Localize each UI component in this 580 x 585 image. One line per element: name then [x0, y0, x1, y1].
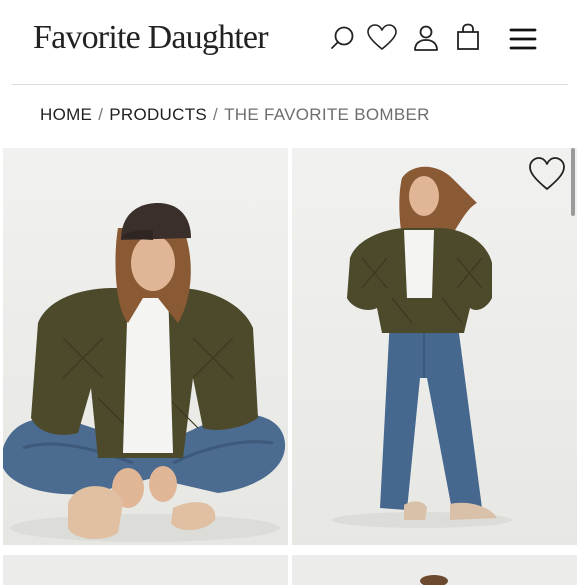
breadcrumb-separator: / [213, 105, 219, 124]
logo[interactable]: Favorite Daughter [33, 18, 269, 58]
model-standing-bomber-photo[interactable] [292, 148, 577, 545]
wishlist-heart-icon[interactable] [527, 155, 567, 195]
model-seated-bomber-photo[interactable] [3, 148, 288, 545]
breadcrumb: HOME / PRODUCTS / THE FAVORITE BOMBER [40, 104, 430, 126]
product-photo-3[interactable] [3, 555, 288, 585]
product-photo-4[interactable] [292, 555, 577, 585]
scrollbar[interactable] [571, 148, 575, 216]
breadcrumb-separator: / [98, 105, 104, 124]
breadcrumb-products[interactable]: PRODUCTS [109, 105, 207, 124]
menu-icon[interactable] [507, 22, 539, 54]
breadcrumb-home[interactable]: HOME [40, 105, 92, 124]
site-header: Favorite Daughter [0, 0, 580, 84]
account-icon[interactable] [410, 22, 442, 54]
breadcrumb-current: THE FAVORITE BOMBER [224, 105, 430, 124]
header-divider [12, 84, 568, 85]
heart-icon[interactable] [366, 22, 398, 54]
bag-icon[interactable] [452, 22, 484, 54]
search-icon[interactable] [326, 22, 358, 54]
product-gallery [0, 148, 580, 585]
